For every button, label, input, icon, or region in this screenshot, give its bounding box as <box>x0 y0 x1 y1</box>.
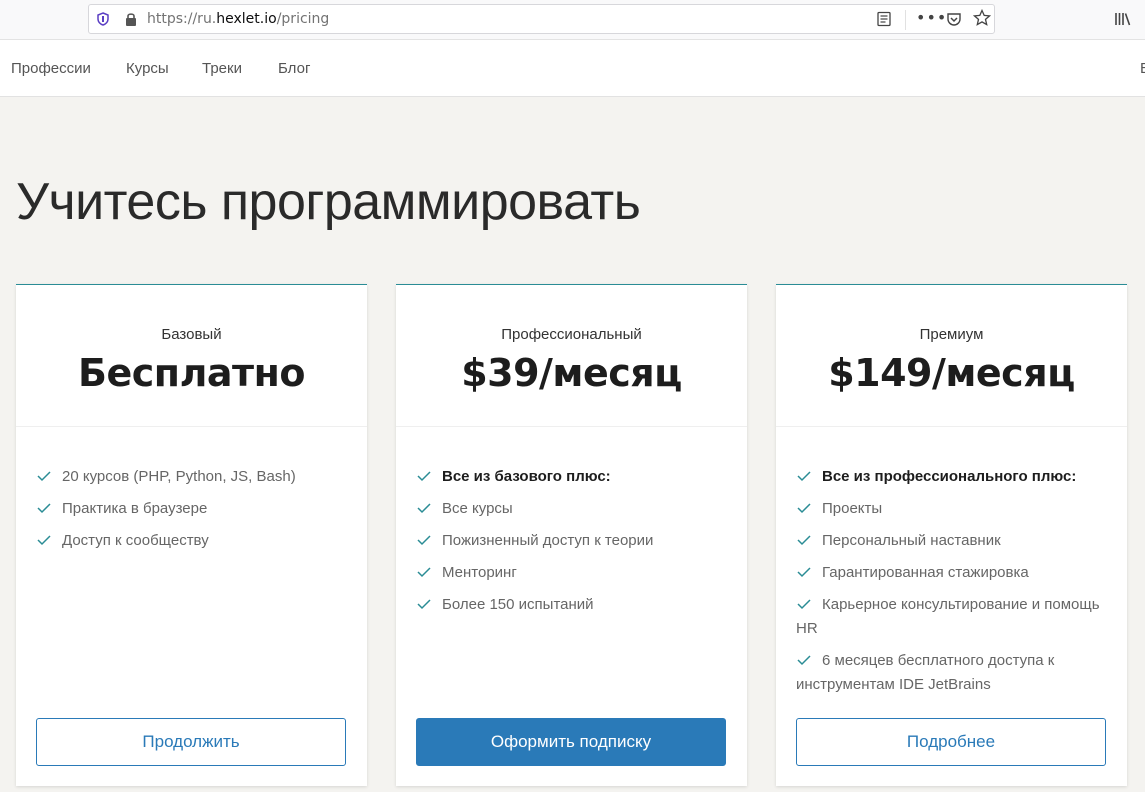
browser-toolbar: https://ru.hexlet.io/pricing ••• <box>0 0 1145 40</box>
url-scheme: https://ru. <box>147 11 217 27</box>
feature-item: Пожизненный доступ к теории <box>416 529 727 553</box>
feature-item: Более 150 испытаний <box>416 593 727 617</box>
plan-price: $39/месяц <box>461 351 682 395</box>
card-header: Премиум $149/месяц <box>776 285 1127 427</box>
bookmark-star-icon[interactable] <box>973 9 991 27</box>
feature-text: Более 150 испытаний <box>442 596 594 613</box>
plan-name: Премиум <box>919 326 984 343</box>
nav-item-courses[interactable]: Курсы <box>126 60 169 77</box>
pricing-card-basic: Базовый Бесплатно 20 курсов (PHP, Python, … <box>16 284 367 786</box>
check-icon <box>417 503 431 514</box>
check-icon <box>417 567 431 578</box>
check-icon <box>37 503 51 514</box>
feature-text: Все курсы <box>442 500 513 517</box>
pocket-icon[interactable] <box>946 11 962 27</box>
lock-icon[interactable] <box>124 11 138 27</box>
feature-item: Все курсы <box>416 497 727 521</box>
professional-plan-button[interactable]: Оформить подписку <box>416 718 726 766</box>
nav-item-blog[interactable]: Блог <box>278 60 310 77</box>
feature-list: Все из базового плюс: Все курсы Пожизненны… <box>396 427 747 617</box>
check-icon <box>797 503 811 514</box>
plan-name: Базовый <box>161 326 222 343</box>
urlbar-separator <box>905 10 906 30</box>
check-icon <box>797 567 811 578</box>
url-host: hexlet.io <box>216 11 277 27</box>
library-icon[interactable] <box>1114 10 1132 28</box>
check-icon <box>797 599 811 610</box>
check-icon <box>417 535 431 546</box>
feature-text: Все из базового плюс: <box>442 468 611 485</box>
page-actions-menu-icon[interactable]: ••• <box>916 8 947 27</box>
card-header: Базовый Бесплатно <box>16 285 367 427</box>
pricing-card-professional: Профессиональный $39/месяц Все из базового… <box>396 284 747 786</box>
feature-item: 6 месяцев бесплатного доступа к инструме… <box>796 649 1107 697</box>
url-path: /pricing <box>276 11 330 27</box>
feature-text: 6 месяцев бесплатного доступа к инструме… <box>796 652 1055 693</box>
feature-text: Карьерное консультирование и помощь HR <box>796 596 1100 637</box>
check-icon <box>37 535 51 546</box>
feature-item: Доступ к сообществу <box>36 529 347 553</box>
premium-plan-button[interactable]: Подробнее <box>796 718 1106 766</box>
feature-item: Карьерное консультирование и помощь HR <box>796 593 1107 641</box>
site-navigation: Профессии Курсы Треки Блог Е <box>0 40 1145 97</box>
url-text[interactable]: https://ru.hexlet.io/pricing <box>147 11 329 27</box>
feature-item: Персональный наставник <box>796 529 1107 553</box>
check-icon <box>417 471 431 482</box>
feature-text: Практика в браузере <box>62 500 208 517</box>
nav-item-tracks[interactable]: Треки <box>202 60 242 77</box>
plan-price: $149/месяц <box>828 351 1075 395</box>
nav-item-truncated[interactable]: Е <box>1140 60 1145 77</box>
feature-text: Все из профессионального плюс: <box>822 468 1077 485</box>
feature-item: Все из базового плюс: <box>416 465 727 489</box>
check-icon <box>797 535 811 546</box>
feature-item: Все из профессионального плюс: <box>796 465 1107 489</box>
feature-item: 20 курсов (PHP, Python, JS, Bash) <box>36 465 347 489</box>
check-icon <box>417 599 431 610</box>
feature-item: Проекты <box>796 497 1107 521</box>
feature-text: Доступ к сообществу <box>62 532 209 549</box>
check-icon <box>797 471 811 482</box>
feature-text: 20 курсов (PHP, Python, JS, Bash) <box>62 468 296 485</box>
feature-item: Практика в браузере <box>36 497 347 521</box>
reader-view-icon[interactable] <box>876 11 892 27</box>
nav-item-professions[interactable]: Профессии <box>11 60 91 77</box>
card-header: Профессиональный $39/месяц <box>396 285 747 427</box>
feature-text: Пожизненный доступ к теории <box>442 532 654 549</box>
feature-item: Менторинг <box>416 561 727 585</box>
page-title: Учитесь программировать <box>16 173 641 231</box>
check-icon <box>797 655 811 666</box>
address-bar[interactable]: https://ru.hexlet.io/pricing ••• <box>88 4 995 34</box>
plan-price: Бесплатно <box>78 351 305 395</box>
feature-list: 20 курсов (PHP, Python, JS, Bash) Практик… <box>16 427 367 553</box>
feature-list: Все из профессионального плюс: Проекты Пер… <box>776 427 1127 697</box>
feature-text: Персональный наставник <box>822 532 1001 549</box>
tracking-shield-icon[interactable] <box>96 12 110 26</box>
feature-text: Проекты <box>822 500 883 517</box>
pricing-card-premium: Премиум $149/месяц Все из профессиональног… <box>776 284 1127 786</box>
check-icon <box>37 471 51 482</box>
basic-plan-button[interactable]: Продолжить <box>36 718 346 766</box>
feature-text: Менторинг <box>442 564 517 581</box>
feature-text: Гарантированная стажировка <box>822 564 1029 581</box>
feature-item: Гарантированная стажировка <box>796 561 1107 585</box>
plan-name: Профессиональный <box>501 326 642 343</box>
